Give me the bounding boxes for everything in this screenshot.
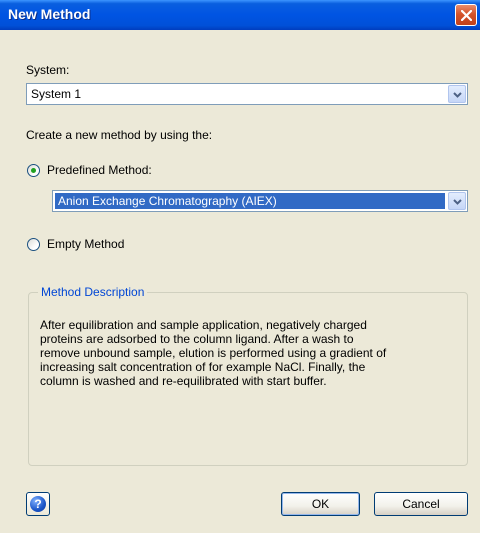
description-line: increasing salt concentration of for exa… bbox=[40, 360, 366, 374]
close-button[interactable] bbox=[455, 4, 477, 26]
description-line: column is washed and re-equilibrated wit… bbox=[40, 374, 327, 388]
radio-selected-dot bbox=[31, 168, 36, 173]
predefined-method-label[interactable]: Predefined Method: bbox=[47, 163, 152, 177]
predefined-method-dropdown[interactable]: Anion Exchange Chromatography (AIEX) bbox=[52, 190, 468, 212]
window-title: New Method bbox=[8, 6, 91, 22]
title-bar[interactable]: New Method bbox=[0, 0, 480, 30]
ok-button[interactable]: OK bbox=[281, 492, 360, 516]
empty-method-radio[interactable] bbox=[27, 238, 40, 251]
description-line: remove unbound sample, elution is perfor… bbox=[40, 346, 387, 360]
system-dropdown[interactable]: System 1 bbox=[26, 83, 468, 105]
method-description-title: Method Description bbox=[38, 285, 148, 299]
description-line: After equilibration and sample applicati… bbox=[40, 318, 367, 332]
new-method-dialog: New Method System: System 1 Create a new… bbox=[0, 0, 480, 533]
system-dropdown-arrow[interactable] bbox=[448, 85, 466, 103]
predefined-method-radio[interactable] bbox=[27, 164, 40, 177]
method-description-text: After equilibration and sample applicati… bbox=[40, 318, 460, 388]
empty-method-label[interactable]: Empty Method bbox=[47, 237, 124, 251]
help-icon: ? bbox=[30, 496, 46, 512]
description-line: proteins are adsorbed to the column liga… bbox=[40, 332, 354, 346]
close-icon bbox=[461, 10, 472, 21]
chevron-down-icon bbox=[453, 199, 462, 205]
chevron-down-icon bbox=[453, 92, 462, 98]
system-value: System 1 bbox=[31, 87, 82, 101]
system-label: System: bbox=[26, 63, 70, 77]
predefined-method-value: Anion Exchange Chromatography (AIEX) bbox=[58, 194, 277, 208]
help-button[interactable]: ? bbox=[26, 492, 50, 516]
create-method-label: Create a new method by using the: bbox=[26, 128, 213, 142]
cancel-button[interactable]: Cancel bbox=[374, 492, 468, 516]
predefined-dropdown-arrow[interactable] bbox=[448, 192, 466, 210]
